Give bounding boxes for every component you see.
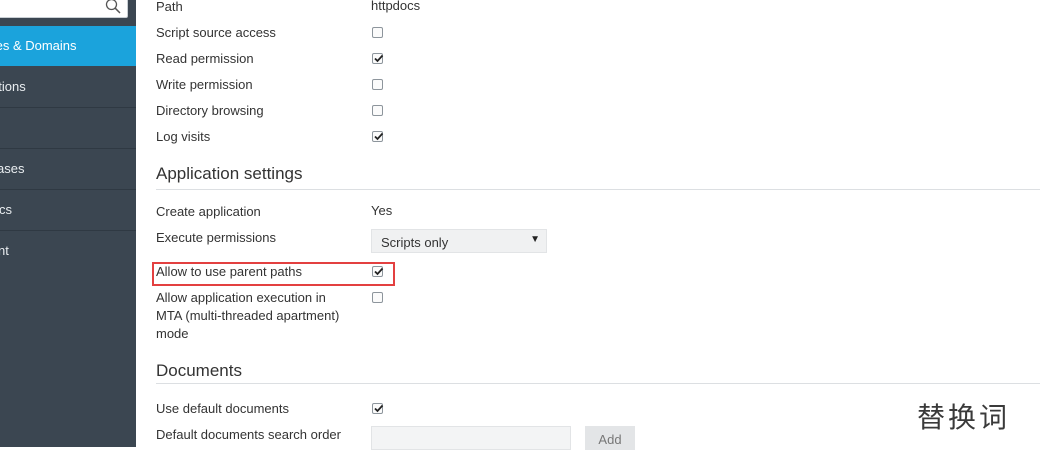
read-permission-label: Read permission [156,51,254,66]
dropdown-arrow-icon: ▼ [530,234,540,245]
directory-browsing-checkbox[interactable] [372,105,383,116]
checkmark-icon [374,54,384,63]
use-default-documents-label: Use default documents [156,401,289,416]
application-settings-heading: Application settings [156,164,303,183]
search-input[interactable] [0,0,128,18]
checkmark-icon [374,404,384,413]
sidebar-item-label: ations [0,79,26,94]
path-label: Path [156,0,183,14]
sidebar-item-label: nt [0,243,9,258]
create-application-value: Yes [371,203,393,218]
section-divider [156,189,1040,190]
execute-permissions-selected: Scripts only [381,235,449,250]
sidebar-item-websites-domains[interactable]: tes & Domains [0,26,136,66]
sidebar-item-label: tes & Domains [0,38,77,53]
sidebar-item-label: cs [0,202,12,217]
log-visits-label: Log visits [156,129,211,144]
execute-permissions-select[interactable]: Scripts only ▼ [371,229,547,253]
directory-browsing-label: Directory browsing [156,103,264,118]
sidebar-item-applications[interactable]: ations [0,67,136,108]
script-source-access-checkbox[interactable] [372,27,383,38]
execute-permissions-label: Execute permissions [156,230,276,245]
sidebar-item-databases[interactable]: ases [0,149,136,190]
sidebar: tes & Domains ations ases cs nt [0,0,136,447]
add-button[interactable]: Add [585,426,635,450]
settings-panel: Path httpdocs Script source access Read … [136,0,1040,450]
log-visits-checkbox[interactable] [372,131,384,142]
checkmark-icon [374,132,384,141]
sidebar-item-account[interactable]: nt [0,231,136,271]
search-order-input[interactable] [371,426,571,450]
documents-heading: Documents [156,361,242,380]
watermark: 替换词 [917,401,1011,434]
read-permission-checkbox[interactable] [372,53,384,64]
allow-mta-label-line: mode [156,326,189,341]
sidebar-item-blank[interactable] [0,108,136,149]
allow-mta-label-line: Allow application execution in [156,290,326,305]
script-source-access-label: Script source access [156,25,276,40]
sidebar-item-label: ases [0,161,25,176]
use-default-documents-checkbox[interactable] [372,403,384,414]
highlight-box [152,262,395,286]
allow-mta-label-line: MTA (multi-threaded apartment) [156,308,340,323]
search-icon[interactable] [105,0,121,14]
allow-mta-checkbox[interactable] [372,292,383,303]
write-permission-checkbox[interactable] [372,79,383,90]
create-application-label: Create application [156,204,261,219]
write-permission-label: Write permission [156,77,253,92]
search-order-label: Default documents search order [156,427,341,442]
sidebar-item-statistics[interactable]: cs [0,190,136,231]
allow-mta-label: Allow application execution in MTA (mult… [156,289,366,343]
section-divider [156,383,1040,384]
path-value: httpdocs [371,0,421,13]
